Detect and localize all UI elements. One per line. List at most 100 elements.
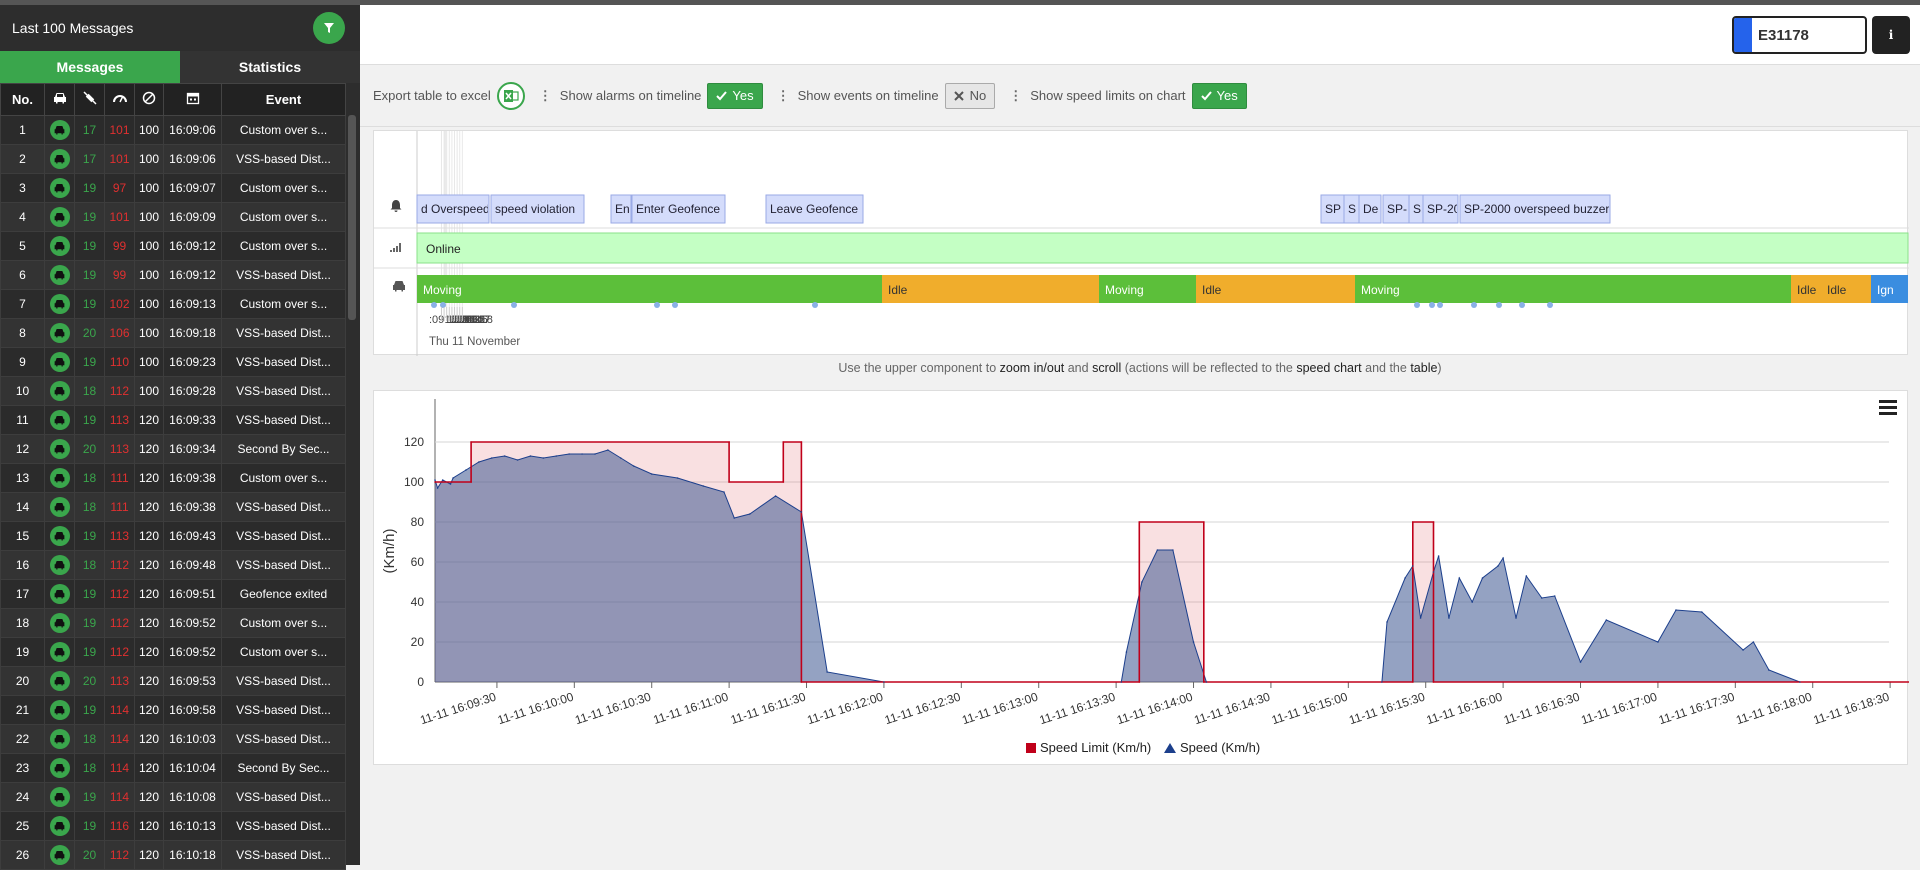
table-row[interactable]: 7 19 102 100 16:09:13 Custom over s...: [0, 289, 346, 319]
table-row[interactable]: 9 19 110 100 16:09:23 VSS-based Dist...: [0, 347, 346, 377]
table-row[interactable]: 21 19 114 120 16:09:58 VSS-based Dist...: [0, 695, 346, 725]
column-header-time[interactable]: [163, 83, 222, 116]
table-row[interactable]: 22 18 114 120 16:10:03 VSS-based Dist...: [0, 724, 346, 754]
speed-point: [800, 511, 803, 513]
chart-menu-button[interactable]: [1879, 399, 1897, 418]
event-dot[interactable]: [1429, 302, 1435, 308]
sidebar-scrollbar[interactable]: [348, 115, 356, 320]
speed-point: [1141, 581, 1143, 583]
vehicle-state-segment[interactable]: [417, 275, 882, 303]
row-number: 12: [0, 434, 45, 464]
table-row[interactable]: 26 20 112 120 16:10:18 VSS-based Dist...: [0, 840, 346, 870]
row-number: 5: [0, 231, 45, 261]
column-header-speed[interactable]: [104, 83, 135, 116]
info-button[interactable]: i: [1872, 16, 1910, 54]
column-header-status[interactable]: [44, 83, 75, 116]
table-row[interactable]: 11 19 113 120 16:09:33 VSS-based Dist...: [0, 405, 346, 435]
events-toggle[interactable]: No: [944, 82, 996, 109]
table-row[interactable]: 3 19 97 100 16:09:07 Custom over s...: [0, 173, 346, 203]
device-id-field[interactable]: E31178: [1732, 16, 1867, 54]
table-row[interactable]: 25 19 116 120 16:10:13 VSS-based Dist...: [0, 811, 346, 841]
table-row[interactable]: 17 19 112 120 16:09:51 Geofence exited: [0, 579, 346, 609]
status-cell: [44, 811, 75, 841]
alarms-toggle[interactable]: Yes: [707, 82, 763, 109]
timeline[interactable]: d Overspeed speed violation En Enter Geofen…: [373, 130, 1909, 356]
table-row[interactable]: 2 17 101 100 16:09:06 VSS-based Dist...: [0, 144, 346, 174]
speed-point: [1675, 609, 1677, 611]
table-row[interactable]: 19 19 112 120 16:09:52 Custom over s...: [0, 637, 346, 667]
speed-point: [1156, 549, 1159, 551]
vehicle-state-segment[interactable]: [882, 275, 1099, 303]
alarm-label: En: [615, 202, 630, 216]
column-header-event[interactable]: Event: [221, 83, 346, 116]
event-cell: Custom over s...: [221, 608, 346, 638]
limits-toggle[interactable]: Yes: [1191, 82, 1247, 109]
export-excel-button[interactable]: [496, 81, 525, 110]
column-header-no[interactable]: No.: [0, 83, 45, 116]
event-cell: VSS-based Dist...: [221, 695, 346, 725]
car-moving-icon: [49, 671, 70, 691]
event-dot[interactable]: [431, 302, 437, 308]
x-tick-label: 11-11 16:18:00: [1734, 689, 1814, 727]
event-dot[interactable]: [1414, 302, 1420, 308]
hint-text: ): [1437, 361, 1442, 375]
tab-messages[interactable]: Messages: [0, 51, 180, 83]
legend-speed-label[interactable]: Speed (Km/h): [1180, 740, 1260, 755]
event-dot[interactable]: [812, 302, 818, 308]
table-row[interactable]: 18 19 112 120 16:09:52 Custom over s...: [0, 608, 346, 638]
table-row[interactable]: 8 20 106 100 16:09:18 VSS-based Dist...: [0, 318, 346, 348]
event-dot[interactable]: [654, 302, 660, 308]
event-dot[interactable]: [440, 302, 446, 308]
timeline-canvas[interactable]: d Overspeed speed violation En Enter Geofen…: [374, 131, 1909, 356]
tab-statistics[interactable]: Statistics: [180, 51, 360, 83]
event-dot[interactable]: [1519, 302, 1525, 308]
event-cell: VSS-based Dist...: [221, 666, 346, 696]
table-row[interactable]: 5 19 99 100 16:09:12 Custom over s...: [0, 231, 346, 261]
event-dot[interactable]: [1437, 302, 1443, 308]
event-dot[interactable]: [1496, 302, 1502, 308]
row-number: 8: [0, 318, 45, 348]
table-row[interactable]: 1 17 101 100 16:09:06 Custom over s...: [0, 115, 346, 145]
row-number: 2: [0, 144, 45, 174]
hint-text: Use the upper component to: [838, 361, 1000, 375]
table-row[interactable]: 12 20 113 120 16:09:34 Second By Sec...: [0, 434, 346, 464]
alarm-label: SP-2000 overspeed buzzer: [1464, 202, 1609, 216]
table-row[interactable]: 10 18 112 100 16:09:28 VSS-based Dist...: [0, 376, 346, 406]
table-row[interactable]: 24 19 114 120 16:10:08 VSS-based Dist...: [0, 782, 346, 812]
speed-limit-cell: 120: [134, 579, 164, 609]
time-cell: 16:09:34: [163, 434, 222, 464]
table-row[interactable]: 23 18 114 120 16:10:04 Second By Sec...: [0, 753, 346, 783]
table-row[interactable]: 20 20 113 120 16:09:53 VSS-based Dist...: [0, 666, 346, 696]
drag-handle-icon: ⋮: [538, 87, 552, 103]
ban-icon: [142, 91, 156, 105]
connection-bar[interactable]: [416, 232, 1909, 264]
alarm-label: d Overspeed: [421, 202, 490, 216]
event-dot[interactable]: [672, 302, 678, 308]
satellites-cell: 18: [74, 376, 105, 406]
row-number: 26: [0, 840, 45, 870]
time-cell: 16:09:52: [163, 608, 222, 638]
table-row[interactable]: 13 18 111 120 16:09:38 Custom over s...: [0, 463, 346, 493]
table-row[interactable]: 4 19 101 100 16:09:09 Custom over s...: [0, 202, 346, 232]
column-header-satellites[interactable]: [74, 83, 105, 116]
signal-bar: [390, 250, 392, 252]
speed-limit-point: [1412, 681, 1414, 683]
speed-limit-point: [470, 481, 472, 483]
event-dot[interactable]: [1547, 302, 1553, 308]
row-number: 13: [0, 463, 45, 493]
event-dot[interactable]: [1471, 302, 1477, 308]
speed-limit-point: [470, 441, 472, 443]
car-moving-icon: [49, 236, 70, 256]
y-tick-label: 60: [411, 555, 425, 569]
table-row[interactable]: 15 19 113 120 16:09:43 VSS-based Dist...: [0, 521, 346, 551]
event-dot[interactable]: [511, 302, 517, 308]
table-row[interactable]: 16 18 112 120 16:09:48 VSS-based Dist...: [0, 550, 346, 580]
legend-speed-limit-label[interactable]: Speed Limit (Km/h): [1040, 740, 1151, 755]
car-moving-icon: [49, 207, 70, 227]
table-row[interactable]: 14 18 111 120 16:09:38 VSS-based Dist...: [0, 492, 346, 522]
vehicle-state-segment[interactable]: [1355, 275, 1791, 303]
table-row[interactable]: 6 19 99 100 16:09:12 VSS-based Dist...: [0, 260, 346, 290]
column-header-limit[interactable]: [134, 83, 164, 116]
car-moving-icon: [49, 439, 70, 459]
filter-button[interactable]: [313, 12, 345, 44]
